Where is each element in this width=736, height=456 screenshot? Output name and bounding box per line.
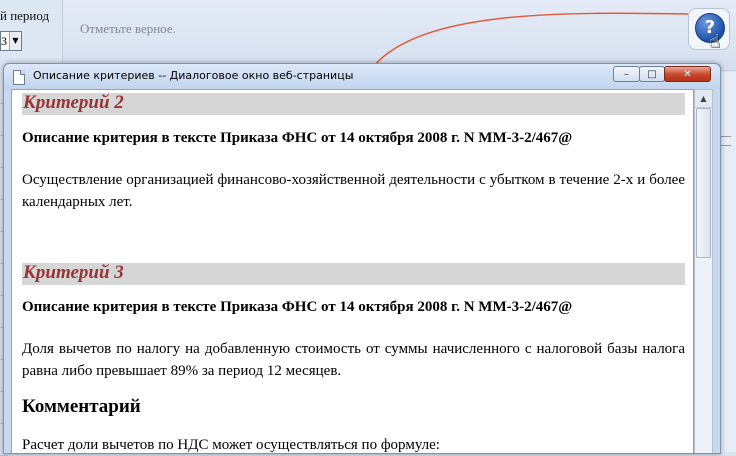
- criterion-text: Доля вычетов по налогу на добавленную ст…: [22, 341, 685, 379]
- criterion-subheading: Описание критерия в тексте Приказа ФНС о…: [22, 299, 573, 315]
- criterion-text: Осуществление организацией финансово-хоз…: [22, 172, 685, 210]
- period-select-value: 3: [1, 34, 7, 48]
- criterion-heading-band: Критерий 2: [22, 92, 685, 115]
- period-panel: й период 3 ▼: [0, 0, 63, 70]
- period-label: й период: [0, 8, 50, 23]
- criteria-dialog: Описание критериев -- Диалоговое окно ве…: [3, 63, 721, 454]
- dialog-titlebar[interactable]: Описание критериев -- Диалоговое окно ве…: [4, 64, 720, 89]
- period-select[interactable]: 3 ▼: [0, 31, 22, 51]
- instruction-text: Отметьте верное.: [80, 21, 176, 36]
- criterion-subheading: Описание критерия в тексте Приказа ФНС о…: [22, 130, 573, 146]
- page-icon: [13, 70, 25, 85]
- criterion-heading: Критерий 2: [23, 92, 124, 113]
- maximize-button[interactable]: □: [639, 66, 665, 82]
- dialog-content: Критерий 2 Описание критерия в тексте Пр…: [11, 89, 694, 453]
- comment-text: Расчет доли вычетов по НДС может осущест…: [22, 437, 440, 453]
- dialog-frame-edge: [713, 89, 719, 453]
- comment-heading: Комментарий: [22, 396, 141, 417]
- close-button[interactable]: ✕: [664, 66, 711, 82]
- criterion-heading: Критерий 3: [23, 262, 124, 283]
- minimize-button[interactable]: –: [613, 66, 640, 82]
- hand-cursor-icon: ☝: [709, 31, 720, 52]
- chevron-down-icon: ▼: [9, 32, 21, 50]
- scroll-thumb[interactable]: [696, 108, 711, 258]
- vertical-scrollbar[interactable]: ▲: [694, 89, 713, 453]
- help-button[interactable]: ? ☝: [688, 8, 730, 52]
- dialog-title: Описание критериев -- Диалоговое окно ве…: [33, 69, 354, 82]
- criterion-heading-band: Критерий 3: [22, 262, 685, 285]
- scroll-up-arrow-icon[interactable]: ▲: [695, 90, 712, 108]
